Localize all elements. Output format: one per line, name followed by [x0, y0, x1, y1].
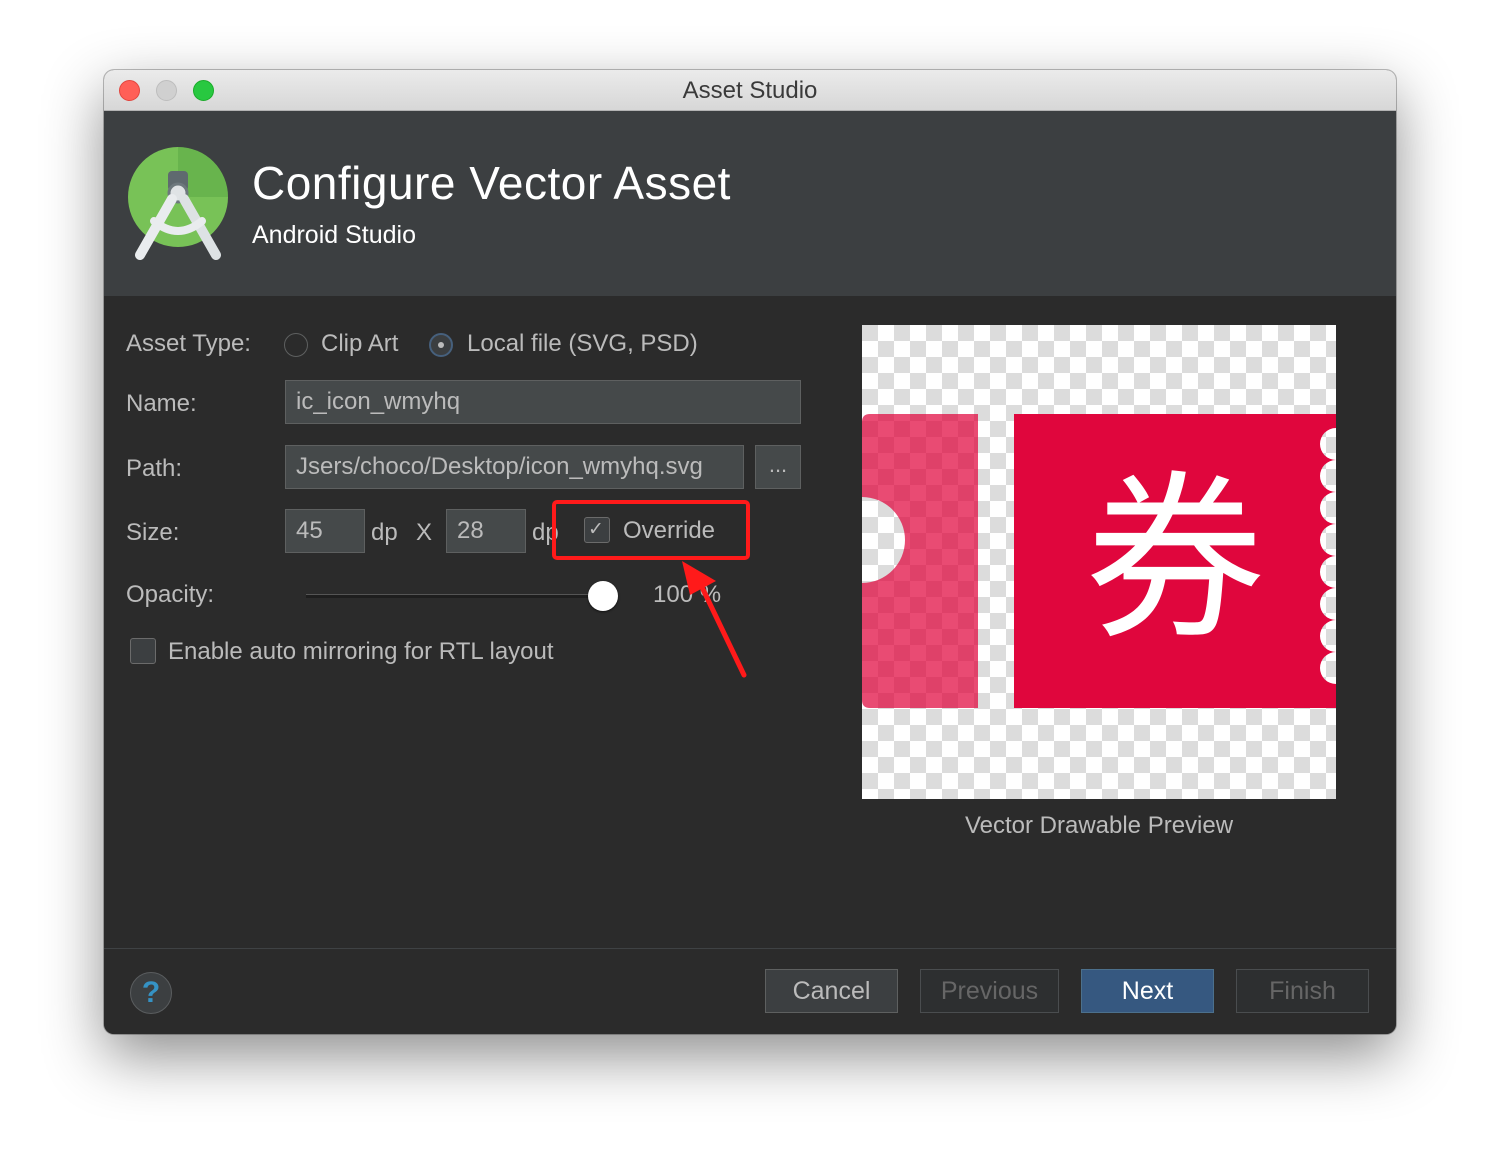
local-file-label[interactable]: Local file (SVG, PSD): [467, 330, 698, 358]
name-label: Name:: [126, 390, 197, 417]
path-label: Path:: [126, 455, 183, 482]
size-separator: X: [416, 519, 433, 546]
wizard-content: Asset Type: Clip Art Local file (SVG, PS…: [104, 296, 1396, 948]
asset-studio-window: Asset Studio Configure Vector Asset Andr…: [104, 70, 1396, 1034]
rtl-mirroring-label[interactable]: Enable auto mirroring for RTL layout: [168, 638, 554, 666]
page-title: Configure Vector Asset: [252, 157, 731, 209]
next-button[interactable]: Next: [1081, 969, 1214, 1013]
wizard-footer: ? Cancel Previous Next Finish: [104, 949, 1396, 1034]
clip-art-label[interactable]: Clip Art: [321, 330, 398, 358]
help-button[interactable]: ?: [130, 972, 172, 1014]
previous-button[interactable]: Previous: [920, 969, 1059, 1013]
coupon-glyph: 券: [1084, 456, 1265, 665]
window-title: Asset Studio: [682, 77, 818, 104]
browse-button[interactable]: ...: [755, 445, 801, 489]
title-bar: Asset Studio: [104, 70, 1396, 111]
rtl-mirroring-checkbox[interactable]: [130, 638, 156, 664]
clip-art-radio[interactable]: [284, 333, 308, 357]
vector-preview: 券: [862, 325, 1336, 799]
page-subtitle: Android Studio: [252, 221, 417, 249]
height-input[interactable]: 28: [446, 509, 526, 553]
local-file-radio[interactable]: [429, 333, 453, 357]
opacity-slider-track[interactable]: [306, 594, 602, 598]
path-input[interactable]: Jsers/choco/Desktop/icon_wmyhq.svg: [285, 445, 744, 489]
width-input[interactable]: 45: [285, 509, 365, 553]
width-unit: dp: [371, 519, 398, 546]
name-input[interactable]: ic_icon_wmyhq: [285, 380, 801, 424]
size-label: Size:: [126, 519, 180, 546]
wizard-header: Configure Vector Asset Android Studio: [104, 111, 1396, 296]
preview-caption: Vector Drawable Preview: [964, 812, 1234, 839]
asset-type-label: Asset Type:: [126, 330, 251, 357]
annotation-arrow: [682, 561, 747, 678]
android-studio-logo: [128, 147, 228, 260]
cancel-button[interactable]: Cancel: [765, 969, 898, 1013]
finish-button[interactable]: Finish: [1236, 969, 1369, 1013]
opacity-slider-thumb[interactable]: [588, 581, 618, 611]
opacity-label: Opacity:: [126, 581, 215, 608]
